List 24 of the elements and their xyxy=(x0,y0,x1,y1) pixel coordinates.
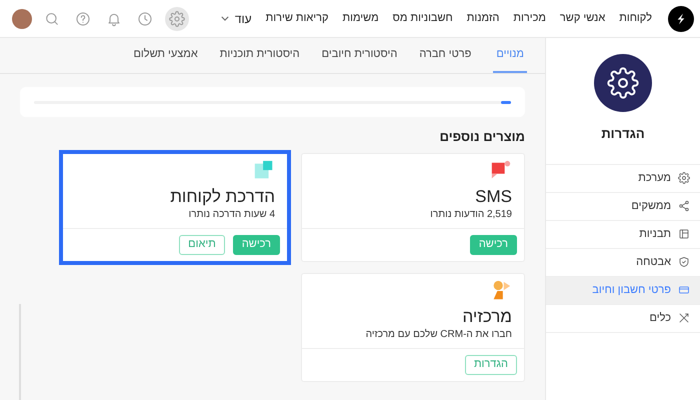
sidebar-item[interactable]: תבניות xyxy=(546,220,700,248)
tab[interactable]: פרטי חברה xyxy=(419,46,472,73)
section-title: מוצרים נוספים xyxy=(438,128,525,146)
nav-link[interactable]: מכירות xyxy=(513,10,546,27)
tab[interactable]: היסטורית חיובים xyxy=(322,46,398,73)
nav-link[interactable]: לקוחות xyxy=(619,10,652,27)
nav-link[interactable]: קריאות שירות xyxy=(266,10,328,27)
product-title: SMS xyxy=(475,186,512,206)
product-title: מרכזיה xyxy=(462,306,512,326)
sidebar-title: הגדרות xyxy=(600,125,646,143)
sidebar-item[interactable]: כלים xyxy=(546,304,700,332)
product-subtitle: 2,519 הודעות נותרו xyxy=(430,208,512,222)
product-title: הדרכת לקוחות xyxy=(170,186,275,206)
nav-link[interactable]: חשבוניות מס xyxy=(392,10,453,27)
product-subtitle: 4 שעות הדרכה נותרו xyxy=(188,208,275,222)
tab[interactable]: היסטורית תוכניות xyxy=(220,46,300,73)
tab[interactable]: אמצעי תשלום xyxy=(133,46,198,73)
sidebar-item[interactable]: ממשקים xyxy=(546,192,700,220)
more-menu-button[interactable]: עוד xyxy=(220,10,252,28)
sidebar-item[interactable]: מערכת xyxy=(546,164,700,192)
product-subtitle: חברו את ה-CRM שלכם עם מרכזיה xyxy=(366,328,512,342)
nav-link[interactable]: הזמנות xyxy=(466,10,500,27)
nav-link[interactable]: אנשי קשר xyxy=(560,10,606,27)
nav-link[interactable]: משימות xyxy=(342,10,379,27)
